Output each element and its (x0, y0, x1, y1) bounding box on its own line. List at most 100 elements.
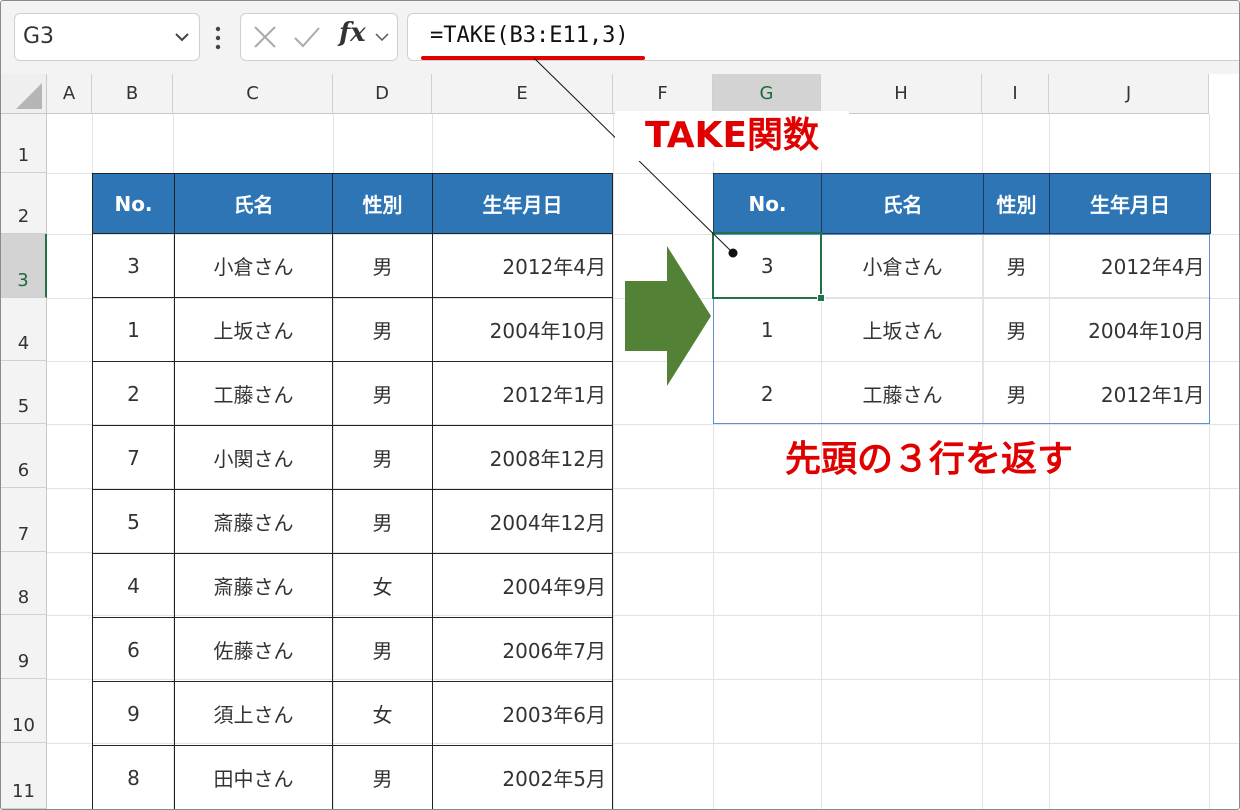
source-cell[interactable]: 女 (332, 681, 433, 746)
source-cell[interactable]: 6 (92, 617, 175, 682)
source-table-row: 9 須上さん女 2003年6月 (92, 681, 613, 746)
row-header-6[interactable]: 6 (1, 424, 47, 488)
result-table: No. 氏名 性別 生年月日 3 小倉さん男 2012年4月 1 上坂さん男 2004年10月 2… (713, 173, 1211, 426)
source-cell[interactable]: 2006年7月 (432, 617, 613, 682)
source-cell[interactable]: 佐藤さん (174, 617, 333, 682)
result-cell[interactable]: 1 (713, 297, 822, 362)
row-header-3[interactable]: 3 (1, 234, 47, 298)
source-cell[interactable]: 2008年12月 (432, 425, 613, 490)
source-cell[interactable]: 工藤さん (174, 361, 333, 426)
result-cell[interactable]: 2012年1月 (1050, 362, 1211, 426)
source-cell[interactable]: 男 (332, 425, 433, 490)
result-cell[interactable]: 男 (983, 297, 1050, 362)
source-header-cell[interactable]: 性別 (332, 173, 433, 234)
source-cell[interactable]: 斎藤さん (174, 489, 333, 554)
row-header-7[interactable]: 7 (1, 488, 47, 552)
column-header-h[interactable]: H (821, 74, 982, 114)
enter-check-icon[interactable] (293, 25, 321, 49)
result-header-cell[interactable]: No. (713, 173, 822, 234)
column-header-f[interactable]: F (613, 74, 713, 114)
row-header-label: 9 (17, 651, 30, 672)
more-options-icon[interactable] (213, 25, 223, 51)
row-header-1[interactable]: 1 (1, 114, 47, 173)
column-header-c[interactable]: C (173, 74, 333, 114)
source-cell[interactable]: 男 (332, 297, 433, 362)
source-cell[interactable]: 4 (92, 553, 175, 618)
column-header-a[interactable]: A (47, 74, 92, 114)
source-cell[interactable]: 男 (332, 745, 433, 809)
source-cell[interactable]: 3 (92, 233, 175, 298)
row-header-8[interactable]: 8 (1, 552, 47, 615)
formula-input[interactable]: =TAKE(B3:E11,3) (407, 13, 1239, 61)
result-cell[interactable]: 男 (983, 233, 1050, 298)
row-header-2[interactable]: 2 (1, 173, 47, 234)
column-header-j[interactable]: J (1049, 74, 1209, 114)
select-all-button[interactable] (1, 74, 47, 114)
formula-text: =TAKE(B3:E11,3) (430, 23, 629, 48)
source-header-cell[interactable]: No. (92, 173, 175, 234)
grid-line (613, 114, 614, 809)
source-header-cell[interactable]: 生年月日 (432, 173, 613, 234)
source-cell[interactable]: 須上さん (174, 681, 333, 746)
source-table-row: 2 工藤さん男 2012年1月 (92, 361, 613, 426)
source-cell[interactable]: 2004年12月 (432, 489, 613, 554)
chevron-down-icon[interactable] (173, 28, 191, 46)
source-cell[interactable]: 女 (332, 553, 433, 618)
result-header-cell[interactable]: 氏名 (821, 173, 984, 234)
row-header-5[interactable]: 5 (1, 361, 47, 424)
source-cell[interactable]: 斎藤さん (174, 553, 333, 618)
result-header-cell[interactable]: 性別 (983, 173, 1050, 234)
result-header-row: No. 氏名 性別 生年月日 (713, 173, 1211, 234)
active-cell-g3[interactable] (712, 232, 822, 299)
row-header-4[interactable]: 4 (1, 298, 47, 361)
source-cell[interactable]: 5 (92, 489, 175, 554)
source-cell[interactable]: 2003年6月 (432, 681, 613, 746)
row-header-9[interactable]: 9 (1, 615, 47, 679)
chevron-down-icon[interactable] (374, 29, 390, 45)
column-header-g[interactable]: G (713, 74, 821, 114)
source-cell[interactable]: 男 (332, 233, 433, 298)
source-table-row: 5 斎藤さん男 2004年12月 (92, 489, 613, 554)
source-cell[interactable]: 1 (92, 297, 175, 362)
name-box[interactable]: G3 (14, 13, 200, 61)
source-cell[interactable]: 男 (332, 617, 433, 682)
source-cell[interactable]: 小関さん (174, 425, 333, 490)
source-cell[interactable]: 9 (92, 681, 175, 746)
row-header-label: 8 (17, 587, 30, 608)
result-header-cell[interactable]: 生年月日 (1049, 173, 1211, 234)
source-cell[interactable]: 7 (92, 425, 175, 490)
result-cell[interactable]: 男 (983, 361, 1050, 426)
row-header-label: 11 (12, 781, 35, 802)
result-cell[interactable]: 上坂さん (821, 297, 984, 362)
source-cell[interactable]: 男 (332, 489, 433, 554)
source-cell[interactable]: 8 (92, 745, 175, 809)
result-cell[interactable]: 小倉さん (821, 233, 984, 298)
source-cell[interactable]: 2002年5月 (432, 745, 613, 809)
column-header-e[interactable]: E (432, 74, 613, 114)
fill-handle[interactable] (817, 294, 825, 302)
cancel-icon[interactable] (253, 25, 277, 49)
column-header-b[interactable]: B (92, 74, 173, 114)
source-table-row: 4 斎藤さん女 2004年9月 (92, 553, 613, 618)
result-cell[interactable]: 2004年10月 (1049, 297, 1211, 362)
result-cell[interactable]: 2 (713, 361, 822, 426)
column-header-i[interactable]: I (982, 74, 1049, 114)
source-cell[interactable]: 田中さん (174, 745, 333, 809)
result-cell[interactable]: 工藤さん (821, 361, 984, 426)
source-cell[interactable]: 2004年10月 (432, 297, 613, 362)
source-cell[interactable]: 上坂さん (174, 297, 333, 362)
source-cell[interactable]: 2 (92, 361, 175, 426)
result-cell[interactable]: 2012年4月 (1049, 233, 1211, 298)
source-cell[interactable]: 2012年1月 (432, 361, 613, 426)
right-arrow-icon (625, 246, 711, 386)
row-header-11[interactable]: 11 (1, 743, 47, 809)
source-cell[interactable]: 2012年4月 (432, 233, 613, 298)
source-table-row: 6 佐藤さん男 2006年7月 (92, 617, 613, 682)
insert-function-button[interactable]: fx (339, 18, 366, 48)
column-header-d[interactable]: D (333, 74, 432, 114)
source-cell[interactable]: 小倉さん (174, 233, 333, 298)
source-header-cell[interactable]: 氏名 (174, 173, 333, 234)
source-cell[interactable]: 男 (332, 361, 433, 426)
row-header-10[interactable]: 10 (1, 679, 47, 743)
source-cell[interactable]: 2004年9月 (432, 553, 613, 618)
